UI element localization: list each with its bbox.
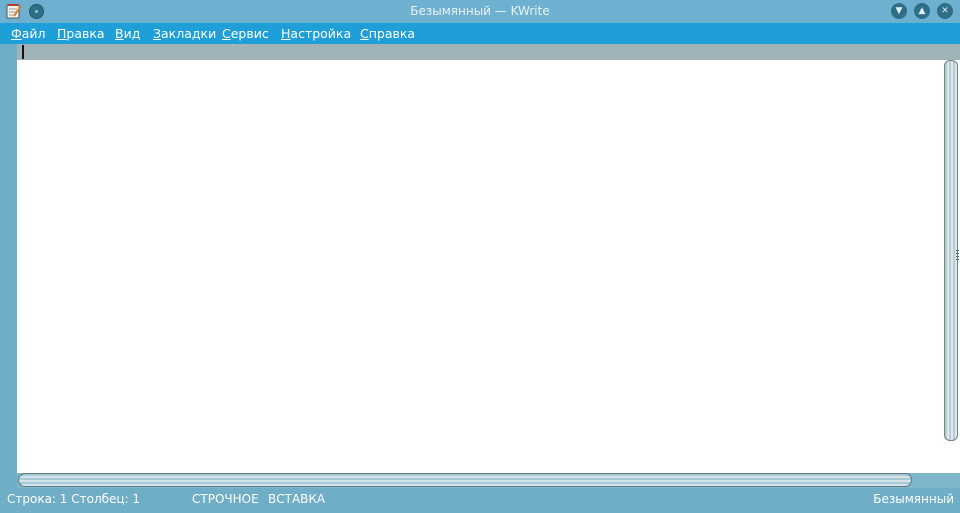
menu-tools[interactable]: Сервис [222,26,269,41]
minimize-icon[interactable]: ▼ [891,3,907,19]
document-name: Безымянный [873,492,954,506]
menu-file[interactable]: Файл [11,26,46,41]
icon-border [0,44,17,474]
current-line-highlight [17,44,960,60]
title-bar[interactable]: Безымянный — KWrite ▼ ▲ ✕ [0,0,960,23]
window-title: Безымянный — KWrite [410,4,550,18]
menu-edit[interactable]: Правка [57,26,105,41]
menu-bookmarks[interactable]: Закладки [153,26,216,41]
selection-mode[interactable]: СТРОЧНОЕ [192,492,259,506]
text-editor[interactable] [17,44,960,473]
cursor-position[interactable]: Строка: 1 Столбец: 1 [7,492,140,506]
menu-settings[interactable]: Настройка [281,26,351,41]
menu-bar: Файл Правка Вид Закладки Сервис Настройк… [0,23,960,44]
menu-view[interactable]: Вид [115,26,140,41]
input-mode[interactable]: ВСТАВКА [268,492,325,506]
menu-help[interactable]: Справка [360,26,415,41]
close-icon[interactable]: ✕ [937,3,953,19]
resize-grip-icon[interactable] [956,250,959,260]
maximize-icon[interactable]: ▲ [914,3,930,19]
horizontal-scrollbar-thumb[interactable] [18,473,912,487]
text-cursor [22,45,24,59]
status-bar: Строка: 1 Столбец: 1 СТРОЧНОЕ ВСТАВКА Бе… [0,488,960,513]
